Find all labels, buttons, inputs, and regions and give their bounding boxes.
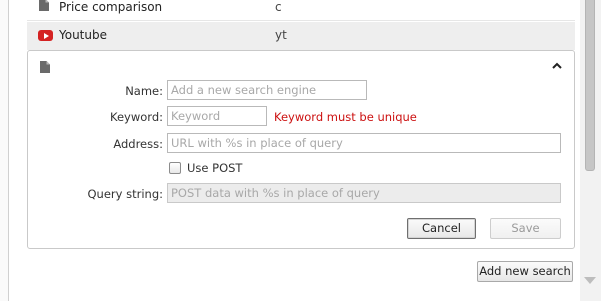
engine-row-price-comparison[interactable]: Price comparison c <box>27 0 575 21</box>
query-string-label: Query string: <box>87 187 164 201</box>
name-input[interactable] <box>167 80 367 100</box>
use-post-checkbox[interactable] <box>169 162 181 174</box>
address-label: Address: <box>113 137 163 151</box>
query-string-input[interactable] <box>167 183 561 203</box>
cancel-button[interactable]: Cancel <box>407 218 476 239</box>
add-new-search-button[interactable]: Add new search <box>477 261 573 282</box>
engine-name: Youtube <box>59 28 107 42</box>
chevron-up-icon[interactable] <box>550 60 564 72</box>
save-button[interactable]: Save <box>490 218 561 239</box>
address-input[interactable] <box>167 133 561 153</box>
engine-keyword: c <box>275 0 282 14</box>
keyword-error-message: Keyword must be unique <box>274 110 417 124</box>
use-post-label: Use POST <box>187 161 243 175</box>
left-gutter <box>0 0 8 301</box>
scroll-down-arrow-icon[interactable] <box>584 277 596 284</box>
search-engine-editor: Name: Keyword: Keyword must be unique Ad… <box>27 50 575 249</box>
engine-name: Price comparison <box>59 0 163 14</box>
keyword-label: Keyword: <box>110 110 163 124</box>
left-divider <box>8 0 9 301</box>
keyword-input[interactable] <box>167 106 267 126</box>
document-icon <box>39 0 49 11</box>
engine-keyword: yt <box>275 28 287 42</box>
search-engines-panel: Price comparison c Youtube yt Name: Keyw… <box>0 0 601 301</box>
document-icon <box>40 61 50 73</box>
name-label: Name: <box>125 84 163 98</box>
scrollbar-thumb[interactable] <box>585 0 595 171</box>
engine-row-youtube[interactable]: Youtube yt <box>27 22 575 50</box>
youtube-icon <box>38 30 53 41</box>
